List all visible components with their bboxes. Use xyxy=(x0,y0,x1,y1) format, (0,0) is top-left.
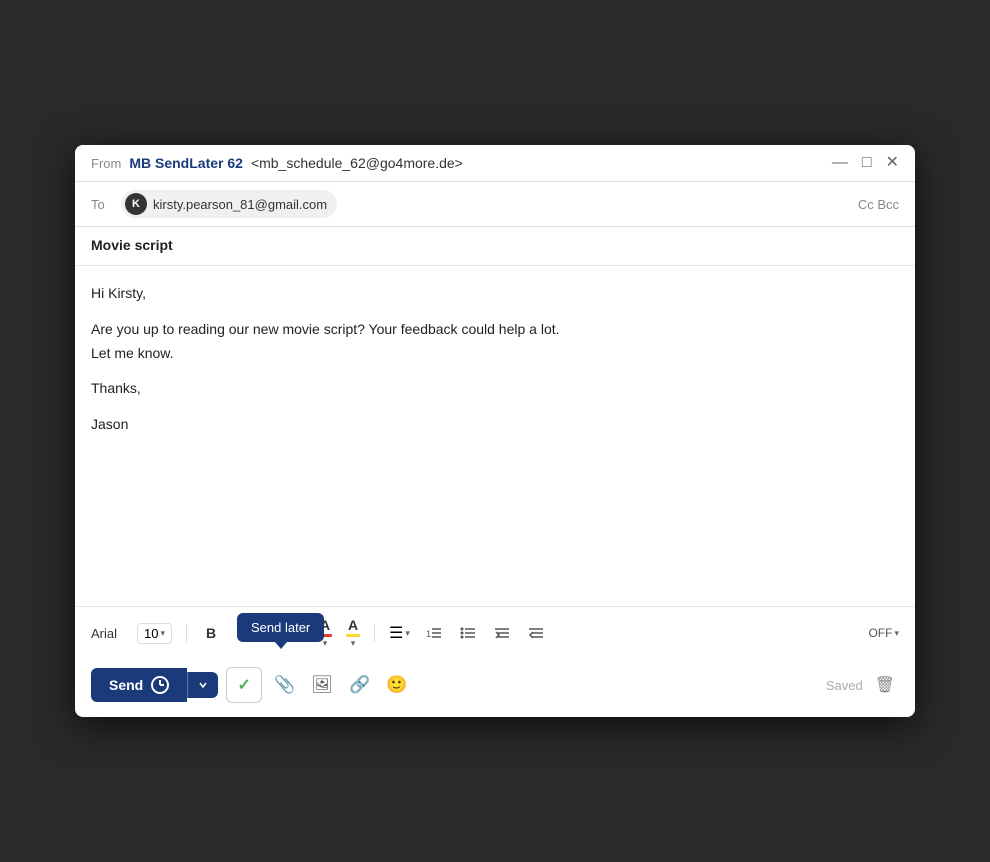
signature: Jason xyxy=(91,413,899,437)
highlight-chevron: ▾ xyxy=(351,638,356,649)
font-size-picker[interactable]: 10 ▾ xyxy=(137,623,172,644)
title-bar: From MB SendLater 62 <mb_schedule_62@go4… xyxy=(75,145,915,182)
close-button[interactable]: ✕ xyxy=(886,155,899,171)
action-bar: Send later Send ✓ 📎 🖼 🔗 🙂 Saved 🗑 xyxy=(75,659,915,717)
font-size-chevron: ▾ xyxy=(160,628,165,639)
check-button[interactable]: ✓ xyxy=(226,667,262,703)
sender-name: MB SendLater 62 xyxy=(129,155,243,171)
format-toolbar: Arial 10 ▾ B I U A ▾ A ▾ ☰ ▾ 1. xyxy=(75,606,915,659)
link-button[interactable]: 🔗 xyxy=(345,671,374,699)
send-later-chevron-icon xyxy=(198,680,208,690)
off-toggle[interactable]: OFF ▾ xyxy=(868,626,899,640)
send-button[interactable]: Send xyxy=(91,668,187,702)
from-label: From xyxy=(91,156,121,171)
to-row: To K kirsty.pearson_81@gmail.com Cc Bcc xyxy=(75,182,915,227)
align-icon: ☰ xyxy=(389,623,403,643)
off-label: OFF xyxy=(868,626,892,640)
from-row: From MB SendLater 62 <mb_schedule_62@go4… xyxy=(91,155,463,171)
minimize-button[interactable]: — xyxy=(832,155,848,171)
align-button[interactable]: ☰ ▾ xyxy=(385,620,414,646)
attach-button[interactable]: 📎 xyxy=(270,671,299,699)
send-later-tooltip: Send later xyxy=(237,613,324,642)
indent-increase-icon xyxy=(528,625,544,641)
delete-button[interactable]: 🗑 xyxy=(871,671,899,699)
greeting: Hi Kirsty, xyxy=(91,282,899,306)
send-later-button[interactable] xyxy=(187,672,218,698)
separator-3 xyxy=(374,624,375,642)
body-line2: Are you up to reading our new movie scri… xyxy=(91,321,560,337)
highlight-bar xyxy=(346,634,360,637)
compose-window: From MB SendLater 62 <mb_schedule_62@go4… xyxy=(75,145,915,717)
indent-decrease-button[interactable] xyxy=(488,619,516,647)
highlight-label: A xyxy=(348,617,358,633)
recipient-chip[interactable]: K kirsty.pearson_81@gmail.com xyxy=(121,190,337,218)
recipient-email: kirsty.pearson_81@gmail.com xyxy=(153,197,327,212)
send-later-tooltip-text: Send later xyxy=(251,620,310,635)
font-size-value: 10 xyxy=(144,626,158,641)
indent-increase-button[interactable] xyxy=(522,619,550,647)
ordered-list-button[interactable]: 1. xyxy=(420,619,448,647)
image-button[interactable]: 🖼 xyxy=(307,671,337,699)
send-label: Send xyxy=(109,677,143,693)
font-color-chevron: ▾ xyxy=(323,638,328,649)
bullet-list-icon xyxy=(460,625,476,641)
body-paragraph: Are you up to reading our new movie scri… xyxy=(91,318,899,366)
highlight-button[interactable]: A ▾ xyxy=(342,615,364,651)
body-line3: Let me know. xyxy=(91,345,174,361)
cc-bcc-button[interactable]: Cc Bcc xyxy=(858,197,899,212)
send-button-group: Send xyxy=(91,668,218,702)
subject-row: Movie script xyxy=(75,227,915,266)
subject-text: Movie script xyxy=(91,237,173,253)
to-label: To xyxy=(91,197,111,212)
clock-icon xyxy=(151,676,169,694)
sender-email: <mb_schedule_62@go4more.de> xyxy=(251,155,463,171)
window-controls: — □ ✕ xyxy=(832,155,899,171)
bold-button[interactable]: B xyxy=(197,619,225,647)
check-icon: ✓ xyxy=(238,675,251,695)
indent-decrease-icon xyxy=(494,625,510,641)
separator-1 xyxy=(186,624,187,642)
email-body[interactable]: Hi Kirsty, Are you up to reading our new… xyxy=(75,266,915,606)
maximize-button[interactable]: □ xyxy=(862,155,872,171)
ordered-list-icon: 1. xyxy=(426,625,442,641)
font-name: Arial xyxy=(91,626,131,641)
bullet-list-button[interactable] xyxy=(454,619,482,647)
sign-off: Thanks, xyxy=(91,377,899,401)
align-chevron: ▾ xyxy=(405,628,410,639)
off-chevron: ▾ xyxy=(894,628,899,639)
saved-label: Saved xyxy=(826,678,863,693)
emoji-button[interactable]: 🙂 xyxy=(382,671,411,699)
recipient-avatar: K xyxy=(125,193,147,215)
